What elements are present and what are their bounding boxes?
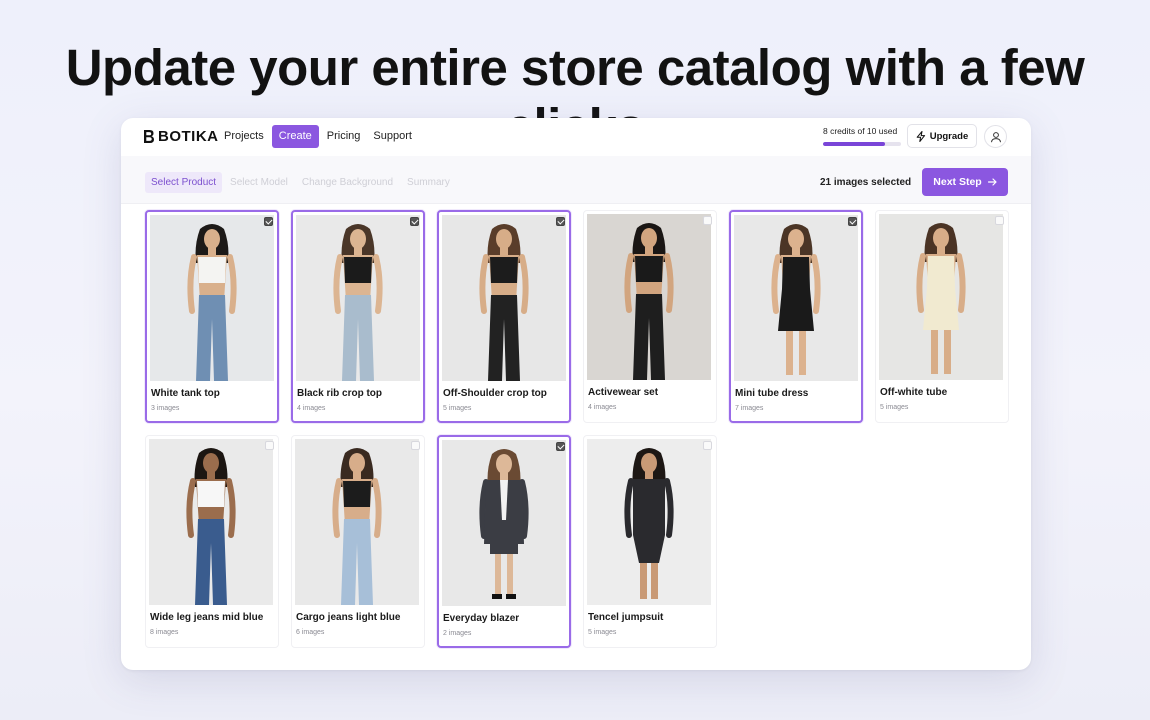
product-title: Tencel jumpsuit bbox=[588, 612, 664, 623]
product-title: Cargo jeans light blue bbox=[296, 612, 401, 623]
product-card[interactable]: Black rib crop top 4 images bbox=[291, 210, 425, 423]
product-card[interactable]: White tank top 3 images bbox=[145, 210, 279, 423]
product-image-count: 3 images bbox=[151, 405, 180, 412]
select-checkbox[interactable] bbox=[411, 441, 420, 450]
product-photo bbox=[879, 214, 1003, 380]
select-checkbox[interactable] bbox=[848, 217, 857, 226]
product-card[interactable]: Everyday blazer 2 images bbox=[437, 435, 571, 648]
select-checkbox[interactable] bbox=[703, 216, 712, 225]
select-checkbox[interactable] bbox=[703, 441, 712, 450]
product-card[interactable]: Off-white tube 5 images bbox=[875, 210, 1009, 423]
select-checkbox[interactable] bbox=[264, 217, 273, 226]
product-photo bbox=[149, 439, 273, 605]
product-title: White tank top bbox=[151, 388, 220, 399]
product-title: Off-Shoulder crop top bbox=[443, 388, 547, 399]
select-checkbox[interactable] bbox=[410, 217, 419, 226]
select-checkbox[interactable] bbox=[265, 441, 274, 450]
product-photo bbox=[442, 215, 566, 381]
product-image-count: 4 images bbox=[297, 405, 326, 412]
product-image-count: 8 images bbox=[150, 629, 179, 636]
product-card[interactable]: Wide leg jeans mid blue 8 images bbox=[145, 435, 279, 648]
product-photo bbox=[587, 214, 711, 380]
product-card[interactable]: Off-Shoulder crop top 5 images bbox=[437, 210, 571, 423]
product-card[interactable]: Cargo jeans light blue 6 images bbox=[291, 435, 425, 648]
product-photo bbox=[295, 439, 419, 605]
product-image-count: 2 images bbox=[443, 630, 472, 637]
product-image-count: 4 images bbox=[588, 404, 617, 411]
product-image-count: 6 images bbox=[296, 629, 325, 636]
product-card[interactable]: Tencel jumpsuit 5 images bbox=[583, 435, 717, 648]
product-title: Wide leg jeans mid blue bbox=[150, 612, 264, 623]
product-card[interactable]: Activewear set 4 images bbox=[583, 210, 717, 423]
product-photo bbox=[150, 215, 274, 381]
product-image-count: 5 images bbox=[443, 405, 472, 412]
product-photo bbox=[587, 439, 711, 605]
product-card[interactable]: Mini tube dress 7 images bbox=[729, 210, 863, 423]
product-image-count: 7 images bbox=[735, 405, 764, 412]
product-image-count: 5 images bbox=[880, 404, 909, 411]
product-photo bbox=[734, 215, 858, 381]
product-title: Off-white tube bbox=[880, 387, 948, 398]
select-checkbox[interactable] bbox=[556, 442, 565, 451]
app-window: BOTIKA Projects Create Pricing Support 8… bbox=[121, 118, 1031, 670]
product-title: Mini tube dress bbox=[735, 388, 809, 399]
select-checkbox[interactable] bbox=[995, 216, 1004, 225]
product-title: Black rib crop top bbox=[297, 388, 383, 399]
product-grid: White tank top 3 images Black rib crop top… bbox=[121, 118, 1031, 670]
select-checkbox[interactable] bbox=[556, 217, 565, 226]
product-title: Activewear set bbox=[588, 387, 659, 398]
product-photo bbox=[442, 440, 566, 606]
product-image-count: 5 images bbox=[588, 629, 617, 636]
product-title: Everyday blazer bbox=[443, 613, 520, 624]
product-photo bbox=[296, 215, 420, 381]
